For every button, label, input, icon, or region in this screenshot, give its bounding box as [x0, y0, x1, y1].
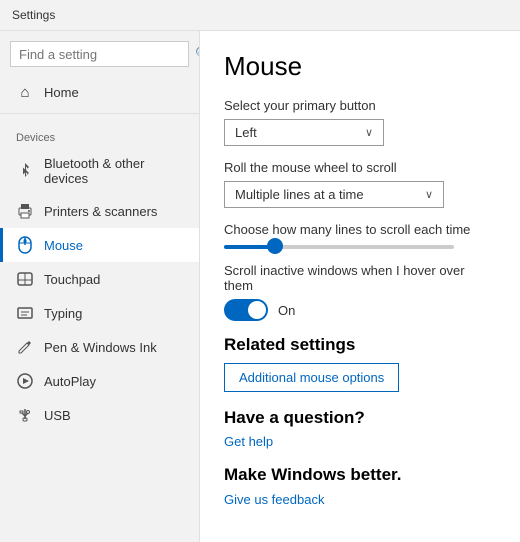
usb-icon: [16, 406, 34, 424]
scroll-wheel-value: Multiple lines at a time: [235, 187, 364, 202]
pen-icon: [16, 338, 34, 356]
sidebar-item-printers[interactable]: Printers & scanners: [0, 194, 199, 228]
printer-icon: [16, 202, 34, 220]
page-title: Mouse: [224, 51, 496, 82]
scroll-wheel-dropdown[interactable]: Multiple lines at a time ∨: [224, 181, 444, 208]
toggle-knob: [248, 301, 266, 319]
search-input[interactable]: [19, 47, 195, 62]
bluetooth-icon: [16, 162, 34, 180]
sidebar-item-usb-label: USB: [44, 408, 71, 423]
sidebar-item-touchpad-label: Touchpad: [44, 272, 100, 287]
content-area: 🔍 ⌂ Home Devices Bluetooth & other devic…: [0, 31, 520, 542]
title-bar: Settings: [0, 0, 520, 31]
typing-icon: [16, 304, 34, 322]
sidebar-item-mouse-label: Mouse: [44, 238, 83, 253]
divider: [0, 113, 199, 114]
title-bar-label: Settings: [12, 8, 55, 22]
settings-window: Settings 🔍 ⌂ Home Devices Bluetooth & ot…: [0, 0, 520, 542]
primary-button-dropdown[interactable]: Left ∨: [224, 119, 384, 146]
main-content: Mouse Select your primary button Left ∨ …: [200, 31, 520, 542]
chevron-down-icon: ∨: [365, 126, 373, 139]
sidebar-item-typing-label: Typing: [44, 306, 82, 321]
question-title: Have a question?: [224, 408, 496, 428]
related-settings-title: Related settings: [224, 335, 496, 355]
slider-thumb[interactable]: [267, 238, 283, 254]
sidebar-item-bluetooth[interactable]: Bluetooth & other devices: [0, 148, 199, 194]
sidebar-item-pen[interactable]: Pen & Windows Ink: [0, 330, 199, 364]
primary-button-label: Select your primary button: [224, 98, 496, 113]
give-feedback-link[interactable]: Give us feedback: [224, 492, 324, 507]
sidebar-item-usb[interactable]: USB: [0, 398, 199, 432]
sidebar-item-autoplay-label: AutoPlay: [44, 374, 96, 389]
get-help-link[interactable]: Get help: [224, 434, 496, 449]
sidebar-item-autoplay[interactable]: AutoPlay: [0, 364, 199, 398]
sidebar-item-touchpad[interactable]: Touchpad: [0, 262, 199, 296]
mouse-icon: [16, 236, 34, 254]
scroll-inactive-row: On: [224, 299, 496, 321]
additional-mouse-options-link[interactable]: Additional mouse options: [224, 363, 399, 392]
scroll-inactive-toggle[interactable]: [224, 299, 268, 321]
sidebar-item-typing[interactable]: Typing: [0, 296, 199, 330]
sidebar-item-home-label: Home: [44, 85, 79, 100]
primary-button-value: Left: [235, 125, 257, 140]
scroll-inactive-label: Scroll inactive windows when I hover ove…: [224, 263, 496, 293]
slider-track[interactable]: [224, 245, 454, 249]
scroll-lines-slider-container: [224, 245, 496, 249]
sidebar-item-bluetooth-label: Bluetooth & other devices: [44, 156, 183, 186]
windows-better-title: Make Windows better.: [224, 465, 496, 485]
sidebar-item-pen-label: Pen & Windows Ink: [44, 340, 157, 355]
sidebar-item-printers-label: Printers & scanners: [44, 204, 157, 219]
scroll-wheel-label: Roll the mouse wheel to scroll: [224, 160, 496, 175]
sidebar-section-devices: Devices: [0, 124, 199, 148]
touchpad-icon: [16, 270, 34, 288]
autoplay-icon: [16, 372, 34, 390]
sidebar: 🔍 ⌂ Home Devices Bluetooth & other devic…: [0, 31, 200, 542]
scroll-inactive-state: On: [278, 303, 295, 318]
sidebar-item-mouse[interactable]: Mouse: [0, 228, 199, 262]
search-box[interactable]: 🔍: [10, 41, 189, 67]
scroll-lines-label: Choose how many lines to scroll each tim…: [224, 222, 496, 237]
sidebar-item-home[interactable]: ⌂ Home: [0, 75, 199, 109]
home-icon: ⌂: [16, 83, 34, 101]
scroll-chevron-icon: ∨: [425, 188, 433, 201]
